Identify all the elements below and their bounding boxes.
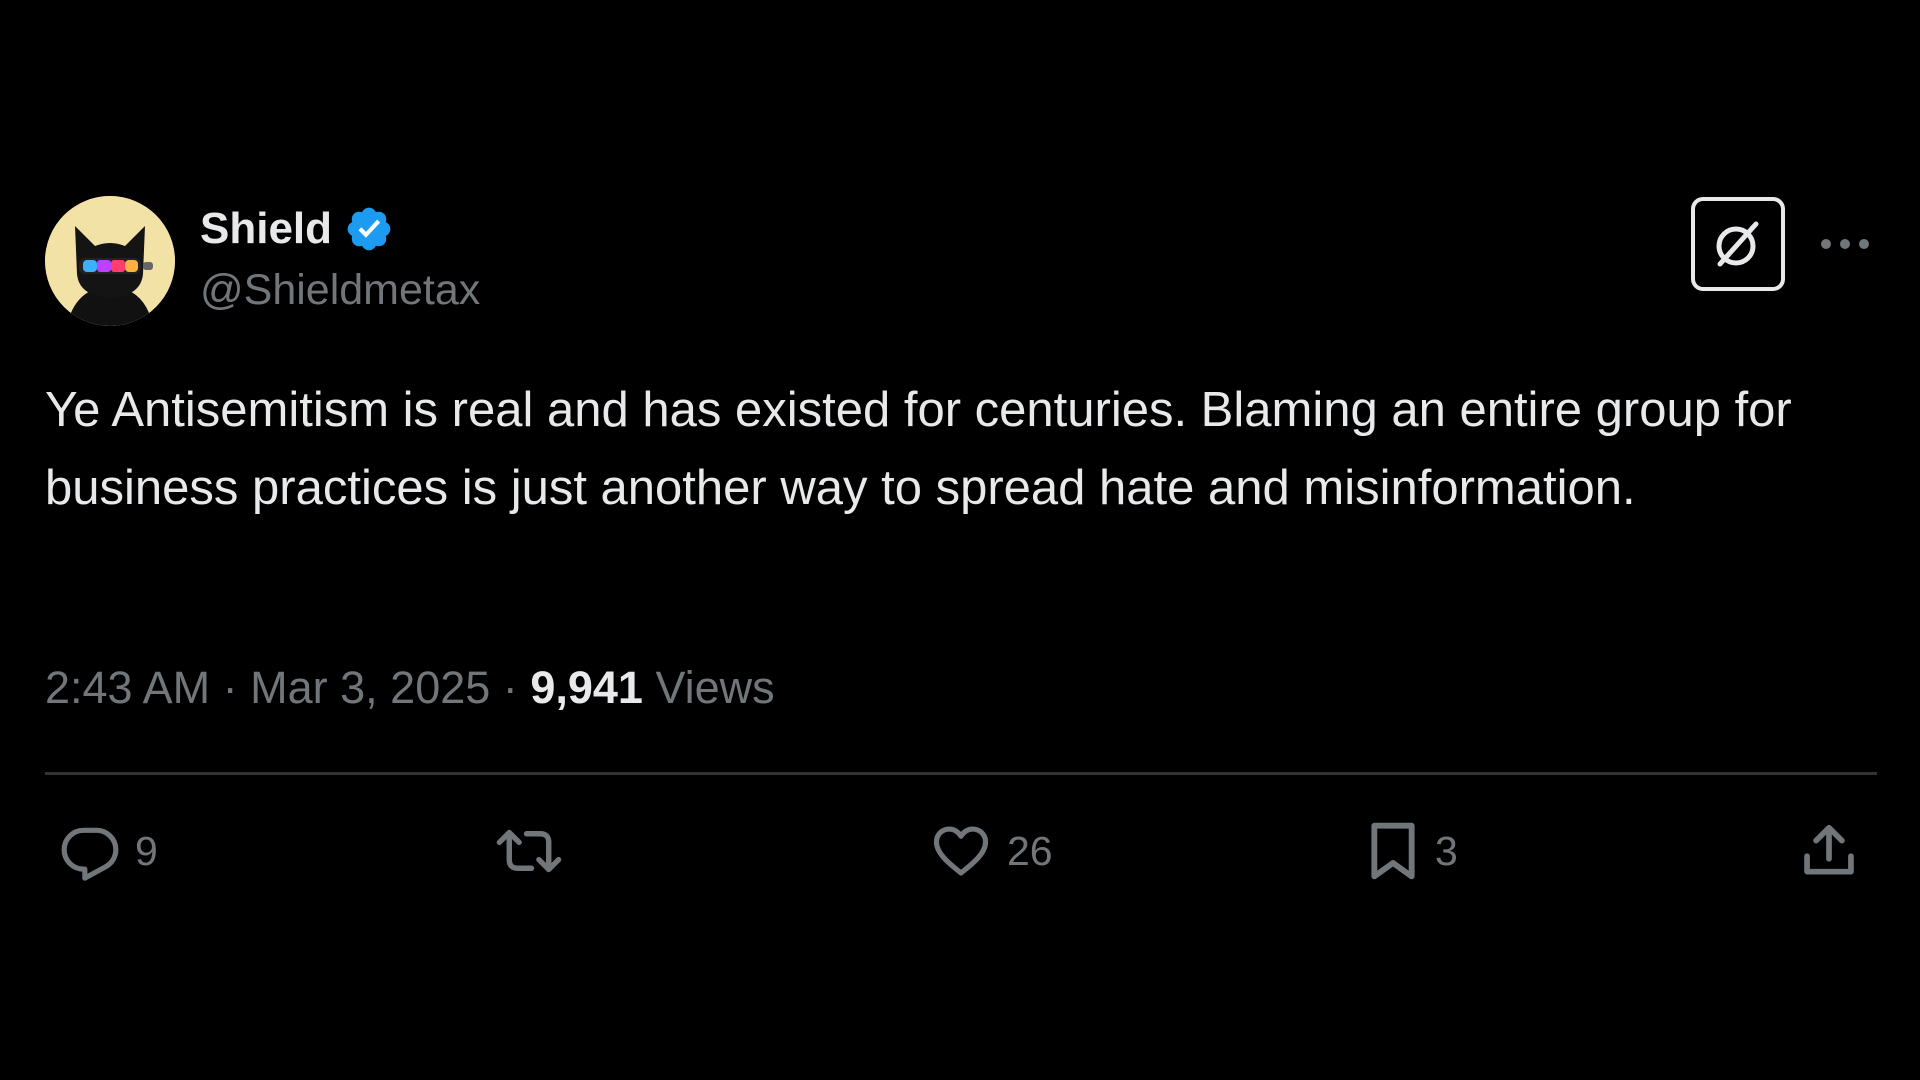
action-bar: 9 26 3	[45, 816, 1877, 886]
heart-icon	[933, 826, 989, 876]
tweet-metadata: 2:43 AM · Mar 3, 2025 · 9,941 Views	[45, 658, 775, 718]
like-button[interactable]: 26	[929, 816, 1053, 886]
bookmark-icon	[1371, 822, 1415, 880]
name-row: Shield	[200, 202, 480, 256]
repost-button[interactable]	[492, 816, 580, 886]
display-name[interactable]: Shield	[200, 202, 332, 256]
repost-icon	[496, 829, 562, 873]
grok-button[interactable]	[1691, 197, 1785, 291]
tweet-header: Shield @Shieldmetax	[45, 196, 1877, 328]
reply-button[interactable]: 9	[59, 816, 158, 886]
share-button[interactable]	[1797, 816, 1875, 886]
like-count: 26	[1007, 828, 1053, 874]
avatar[interactable]	[45, 196, 175, 326]
tweet-date[interactable]: Mar 3, 2025	[250, 662, 490, 713]
tweet: Shield @Shieldmetax Ye Antisemitism is r…	[45, 196, 1877, 896]
tweet-time[interactable]: 2:43 AM	[45, 662, 210, 713]
verified-badge-icon[interactable]	[344, 204, 394, 254]
grok-icon	[1716, 221, 1759, 267]
meta-separator: ·	[502, 662, 518, 713]
bookmark-button[interactable]: 3	[1365, 816, 1458, 886]
reply-icon	[61, 827, 119, 881]
black-cat-avatar-icon	[45, 196, 175, 326]
author-handle[interactable]: @Shieldmetax	[200, 260, 480, 320]
meta-separator: ·	[222, 662, 238, 713]
views-label: Views	[655, 662, 775, 713]
author-identity[interactable]: Shield @Shieldmetax	[200, 202, 480, 320]
reply-count: 9	[135, 828, 158, 874]
share-icon	[1804, 824, 1854, 875]
tweet-text: Ye Antisemitism is real and has existed …	[45, 383, 1792, 515]
bookmark-count: 3	[1435, 828, 1458, 874]
more-options-button[interactable]	[1815, 221, 1875, 267]
more-icon	[1821, 239, 1869, 249]
views-count[interactable]: 9,941	[530, 662, 643, 713]
divider	[45, 772, 1877, 775]
